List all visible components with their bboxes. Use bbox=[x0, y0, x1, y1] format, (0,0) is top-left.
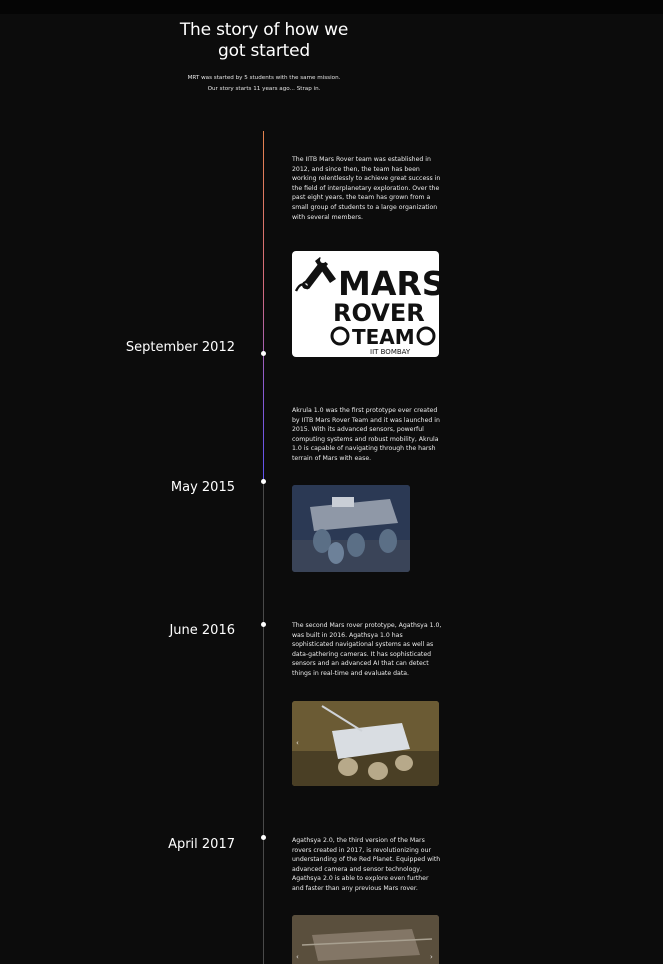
timeline-date-may-2015: May 2015 bbox=[170, 480, 235, 495]
top-strip bbox=[0, 0, 663, 14]
timeline-line bbox=[263, 483, 264, 964]
svg-text:ROVER: ROVER bbox=[333, 299, 425, 327]
timeline-dot bbox=[261, 835, 266, 840]
timeline-dot bbox=[261, 351, 266, 356]
event-text-may-2015: Akrula 1.0 was the first prototype ever … bbox=[292, 407, 440, 462]
timeline-date-sep-2012: September 2012 bbox=[125, 340, 235, 355]
rover-photo-agathsya-2: ‹ › bbox=[292, 915, 439, 964]
intro-paragraph: The IITB Mars Rover team was established… bbox=[292, 156, 441, 221]
timeline-dot bbox=[261, 479, 266, 484]
rover-photo-agathsya-1: ‹ bbox=[292, 701, 439, 786]
svg-text:TEAM: TEAM bbox=[352, 325, 415, 349]
subtitle-line-1: MRT was started by 5 students with the s… bbox=[187, 75, 341, 81]
robot-arm-icon bbox=[294, 257, 336, 292]
page-subtitle: MRT was started by 5 students with the s… bbox=[150, 73, 378, 95]
event-text-apr-2017: Agathsya 2.0, the third version of the M… bbox=[292, 837, 441, 892]
carousel-prev-icon[interactable]: ‹ bbox=[296, 739, 299, 747]
mars-rover-team-logo: MARS ROVER TEAM IIT BOMBAY bbox=[292, 251, 439, 357]
svg-text:MARS: MARS bbox=[338, 264, 439, 303]
event-text-jun-2016: The second Mars rover prototype, Agathsy… bbox=[292, 622, 442, 677]
svg-text:IIT BOMBAY: IIT BOMBAY bbox=[370, 348, 411, 356]
timeline-line-highlight bbox=[263, 131, 264, 483]
carousel-prev-icon[interactable]: ‹ bbox=[296, 953, 299, 961]
page-title: The story of how we got started bbox=[179, 20, 349, 61]
timeline-dot bbox=[261, 622, 266, 627]
timeline-date-apr-2017: April 2017 bbox=[168, 837, 235, 852]
rover-photo-akrula bbox=[292, 485, 410, 572]
carousel-next-icon[interactable]: › bbox=[430, 953, 433, 961]
subtitle-line-2: Our story starts 11 years ago... Strap i… bbox=[207, 86, 321, 92]
timeline-date-jun-2016: June 2016 bbox=[169, 623, 235, 638]
history-page: The story of how we got started MRT was … bbox=[0, 0, 663, 964]
